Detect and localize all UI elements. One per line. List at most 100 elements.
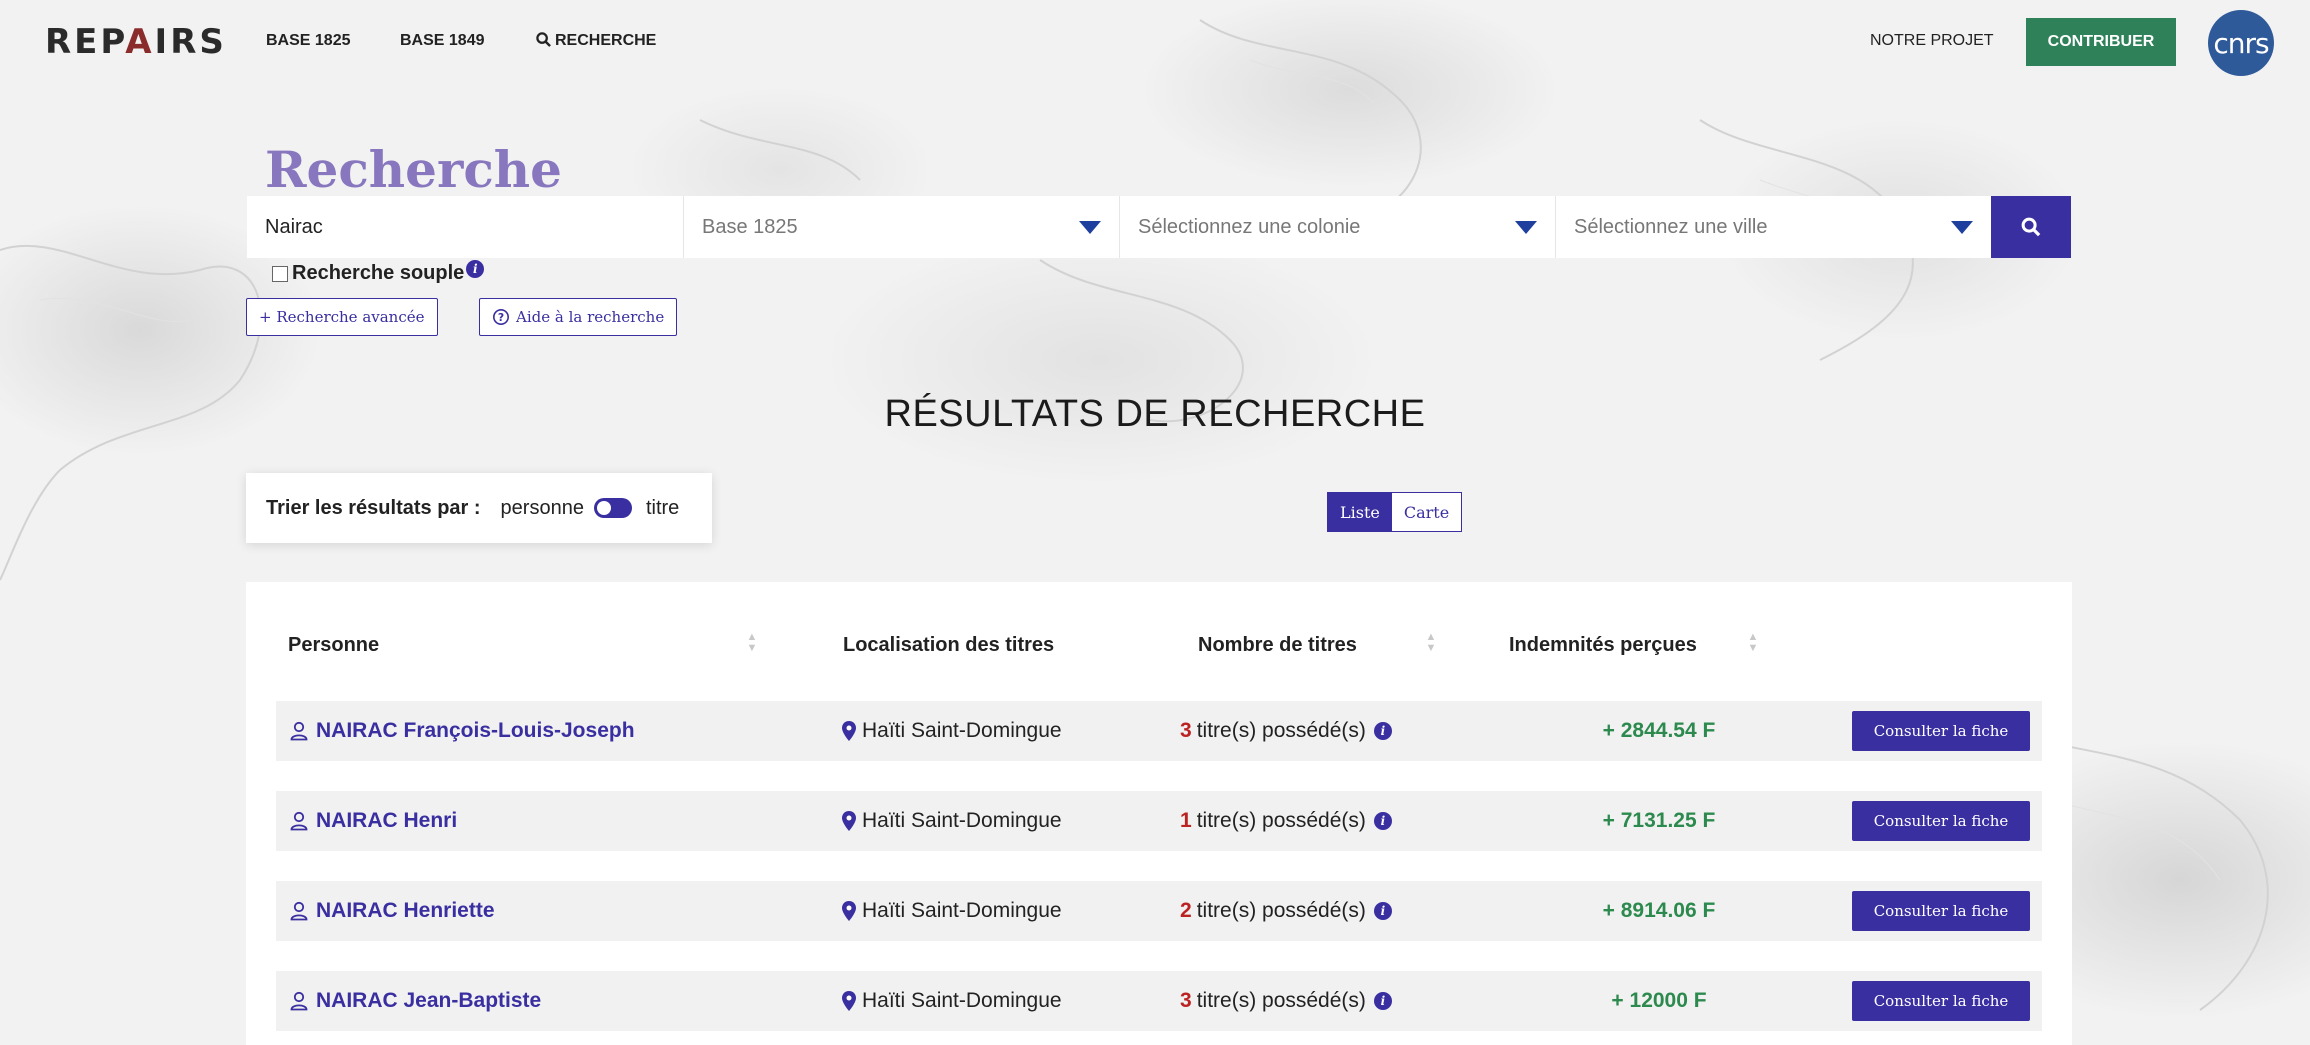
person-link[interactable]: NAIRAC Jean-Baptiste [290,989,541,1013]
consult-record-button[interactable]: Consulter la fiche [1852,891,2030,931]
indemnity-value: + 7131.25 F [1602,809,1716,832]
location-text: Haïti Saint-Domingue [862,719,1062,742]
results-title: RÉSULTATS DE RECHERCHE [884,393,1426,435]
view-liste-button[interactable]: Liste [1328,493,1392,531]
help-icon: ? [492,308,510,326]
person-name: NAIRAC Henriette [316,899,495,922]
info-icon[interactable]: i [1373,722,1392,740]
consult-record-button[interactable]: Consulter la fiche [1852,981,2030,1021]
sort-option-personne[interactable]: personne [501,497,584,520]
city-select-placeholder: Sélectionnez une ville [1574,215,1768,238]
table-row: NAIRAC Jean-Baptiste Haïti Saint-Domingu… [276,971,2042,1031]
contribute-button[interactable]: CONTRIBUER [2026,18,2176,66]
search-help-button[interactable]: ? Aide à la recherche [479,298,678,336]
user-icon [290,811,308,831]
info-icon[interactable]: i [1373,992,1392,1010]
search-bar: Nairac Base 1825 Sélectionnez une coloni… [247,196,2071,258]
svg-text:?: ? [498,311,504,324]
search-input-value: Nairac [265,215,323,238]
info-icon[interactable]: i [1373,812,1392,830]
cnrs-logo[interactable]: cnrs [2208,10,2274,76]
colony-select-placeholder: Sélectionnez une colonie [1138,215,1361,238]
nav-recherche-label: RECHERCHE [555,32,657,49]
location-text: Haïti Saint-Domingue [862,809,1062,832]
sort-arrows-icon[interactable]: ▲ ▼ [746,632,758,654]
city-select[interactable]: Sélectionnez une ville [1556,196,1991,258]
results-table: Personne ▲ ▼ Localisation des titres Nomb… [246,582,2072,1045]
titles-count: 2 [1180,899,1192,922]
search-input[interactable]: Nairac [247,196,684,258]
titles-suffix: titre(s) possédé(s) [1196,899,1366,922]
colony-select[interactable]: Sélectionnez une colonie [1120,196,1556,258]
consult-record-button[interactable]: Consulter la fiche [1852,711,2030,751]
titles-suffix: titre(s) possédé(s) [1196,809,1366,832]
search-icon [2021,217,2041,237]
titles-suffix: titre(s) possédé(s) [1196,719,1366,742]
indemnity-value: + 12000 F [1611,989,1707,1012]
page-title: Recherche [265,140,562,199]
search-submit-button[interactable] [1991,196,2071,258]
user-icon [290,721,308,741]
chevron-down-icon [1079,220,1101,234]
person-link[interactable]: NAIRAC Henriette [290,899,495,923]
location-cell: Haïti Saint-Domingue [842,989,1062,1013]
location-text: Haïti Saint-Domingue [862,989,1062,1012]
repairs-logo[interactable]: REPAIRS [45,22,227,62]
person-name: NAIRAC Henri [316,809,458,832]
indemnity-value: + 8914.06 F [1602,899,1716,922]
soft-search-checkbox[interactable] [272,265,288,282]
consult-record-button[interactable]: Consulter la fiche [1852,801,2030,841]
titles-count: 3 [1180,989,1192,1012]
location-text: Haïti Saint-Domingue [862,899,1062,922]
person-name: NAIRAC Jean-Baptiste [316,989,542,1012]
titles-cell: 3 titre(s) possédé(s) i [1180,989,1392,1013]
sort-arrows-icon[interactable]: ▲ ▼ [1747,632,1759,654]
person-name: NAIRAC François-Louis-Joseph [316,719,635,742]
chevron-down-icon [1951,220,1973,234]
map-pin-icon [842,991,856,1011]
sort-option-titre[interactable]: titre [646,497,679,520]
table-row: NAIRAC Henri Haïti Saint-Domingue 1 titr… [276,791,2042,851]
nav-notre-projet[interactable]: NOTRE PROJET [1870,32,1994,50]
view-carte-button[interactable]: Carte [1391,493,1462,531]
location-cell: Haïti Saint-Domingue [842,719,1062,743]
nav-base-1849[interactable]: BASE 1849 [400,32,485,50]
sort-toggle[interactable] [593,498,632,518]
indemnity-value: + 2844.54 F [1602,719,1716,742]
column-header-nombre[interactable]: Nombre de titres [1198,634,1357,657]
info-icon[interactable]: i [1373,902,1392,920]
person-link[interactable]: NAIRAC Henri [290,809,457,833]
advanced-search-button[interactable]: + Recherche avancée [246,298,438,336]
map-pin-icon [842,901,856,921]
location-cell: Haïti Saint-Domingue [842,899,1062,923]
map-pin-icon [842,721,856,741]
base-select-value: Base 1825 [702,215,798,238]
info-icon[interactable]: i [466,259,485,278]
titles-cell: 1 titre(s) possédé(s) i [1180,809,1392,833]
location-cell: Haïti Saint-Domingue [842,809,1062,833]
sort-arrows-icon[interactable]: ▲ ▼ [1425,632,1437,654]
sort-control: Trier les résultats par : personne titre [246,473,712,543]
user-icon [290,901,308,921]
column-header-localisation: Localisation des titres [843,634,1055,656]
table-row: NAIRAC François-Louis-Joseph Haïti Saint… [276,701,2042,761]
top-navbar: REPAIRS BASE 1825 BASE 1849 RECHERCHE NO… [0,0,2310,90]
base-select[interactable]: Base 1825 [684,196,1120,258]
column-header-indemnites[interactable]: Indemnités perçues [1509,634,1697,657]
sort-label: Trier les résultats par : [266,496,481,519]
nav-recherche[interactable]: RECHERCHE [536,32,656,50]
titles-count: 3 [1180,719,1192,742]
titles-suffix: titre(s) possédé(s) [1196,989,1366,1012]
nav-base-1825[interactable]: BASE 1825 [266,32,351,50]
view-switch: Liste Carte [1327,492,1463,532]
chevron-down-icon [1515,220,1537,234]
person-link[interactable]: NAIRAC François-Louis-Joseph [290,719,635,743]
search-help-label: Aide à la recherche [516,308,665,326]
soft-search-option[interactable]: Recherche souple i [272,259,485,285]
titles-cell: 3 titre(s) possédé(s) i [1180,719,1392,743]
table-row: NAIRAC Henriette Haïti Saint-Domingue 2 … [276,881,2042,941]
soft-search-label: Recherche souple [292,262,465,284]
column-header-personne[interactable]: Personne [288,634,379,657]
titles-count: 1 [1180,809,1192,832]
map-pin-icon [842,811,856,831]
